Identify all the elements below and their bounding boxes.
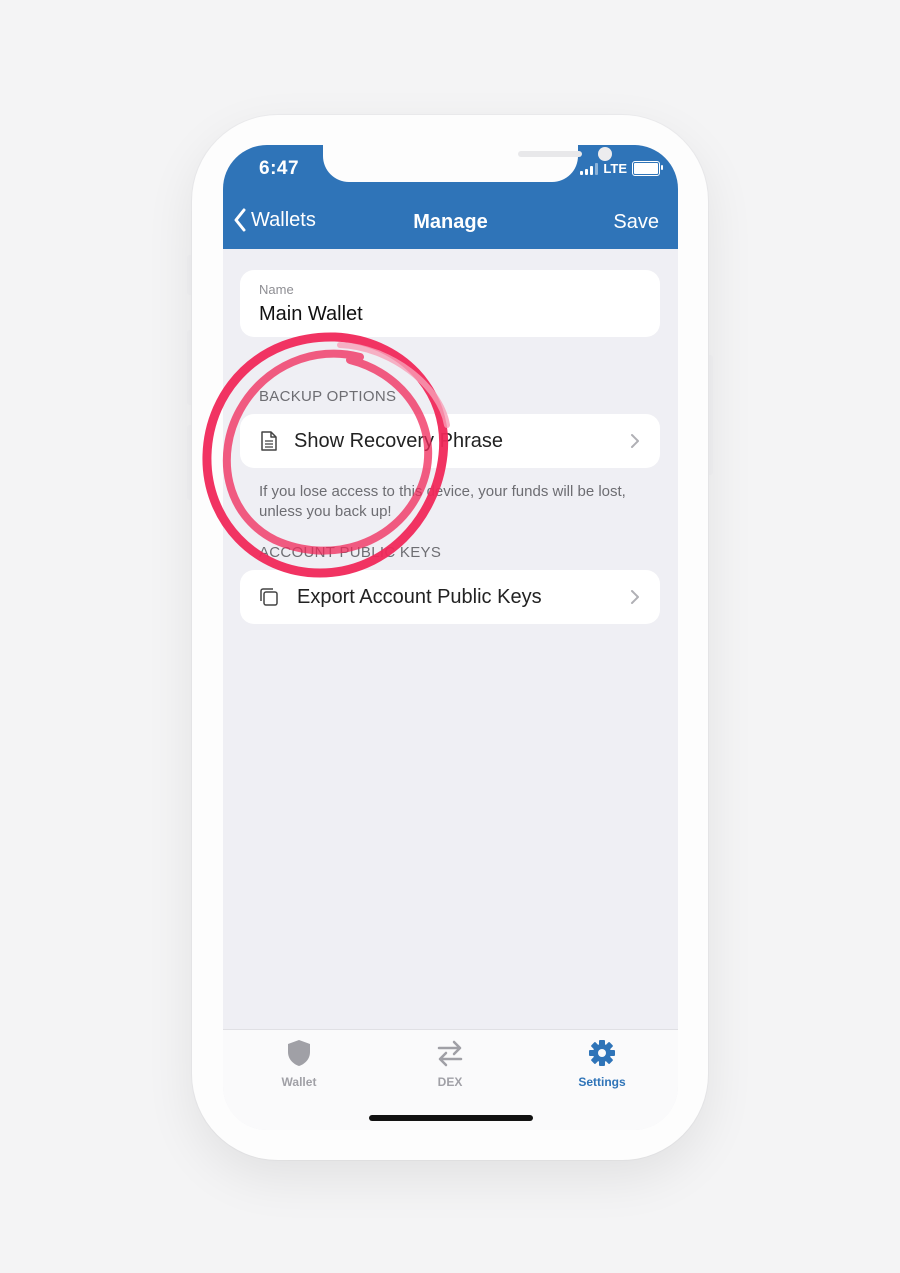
front-camera — [598, 147, 612, 161]
show-recovery-phrase-label: Show Recovery Phrase — [294, 429, 503, 452]
account-public-keys-header: ACCOUNT PUBLIC KEYS — [259, 544, 442, 561]
copy-icon — [257, 585, 281, 609]
tab-settings[interactable]: Settings — [526, 1038, 678, 1089]
battery-icon — [632, 161, 663, 176]
name-field-label: Name — [259, 282, 294, 297]
status-time: 6:47 — [259, 158, 300, 179]
tab-wallet-label: Wallet — [281, 1075, 317, 1089]
tab-settings-label: Settings — [578, 1075, 626, 1089]
notch — [323, 145, 612, 182]
chevron-right-icon — [631, 590, 639, 604]
tab-dex-label: DEX — [437, 1075, 463, 1089]
tab-wallet[interactable]: Wallet — [223, 1038, 375, 1089]
chevron-left-icon — [234, 208, 246, 232]
network-type: LTE — [603, 161, 627, 176]
document-icon — [257, 429, 281, 453]
chevron-right-icon — [631, 434, 639, 448]
export-public-keys-row[interactable]: Export Account Public Keys — [240, 570, 660, 624]
gear-icon — [589, 1040, 615, 1066]
show-recovery-phrase-row[interactable]: Show Recovery Phrase — [240, 414, 660, 468]
back-label: Wallets — [251, 208, 316, 231]
backup-options-header: BACKUP OPTIONS — [259, 388, 397, 405]
swap-arrows-icon — [437, 1040, 463, 1067]
navigation-bar: 6:47 LTE Wallets Manage Save — [223, 145, 678, 249]
home-indicator — [369, 1115, 533, 1121]
speaker — [518, 151, 582, 157]
name-field[interactable]: Name Main Wallet — [240, 270, 660, 337]
tab-bar: Wallet DEX Settings — [223, 1029, 678, 1130]
export-public-keys-label: Export Account Public Keys — [297, 585, 542, 608]
tab-dex[interactable]: DEX — [374, 1038, 526, 1089]
shield-icon — [288, 1040, 310, 1066]
back-button[interactable]: Wallets — [233, 208, 316, 232]
backup-footnote: If you lose access to this device, your … — [259, 483, 626, 520]
signal-icon — [580, 162, 599, 175]
phone-screen: 6:47 LTE Wallets Manage Save Name Main W… — [223, 145, 678, 1130]
save-button[interactable]: Save — [613, 211, 659, 234]
status-indicators: LTE — [580, 161, 663, 176]
page-title: Manage — [413, 211, 488, 233]
name-field-value[interactable]: Main Wallet — [259, 303, 363, 326]
